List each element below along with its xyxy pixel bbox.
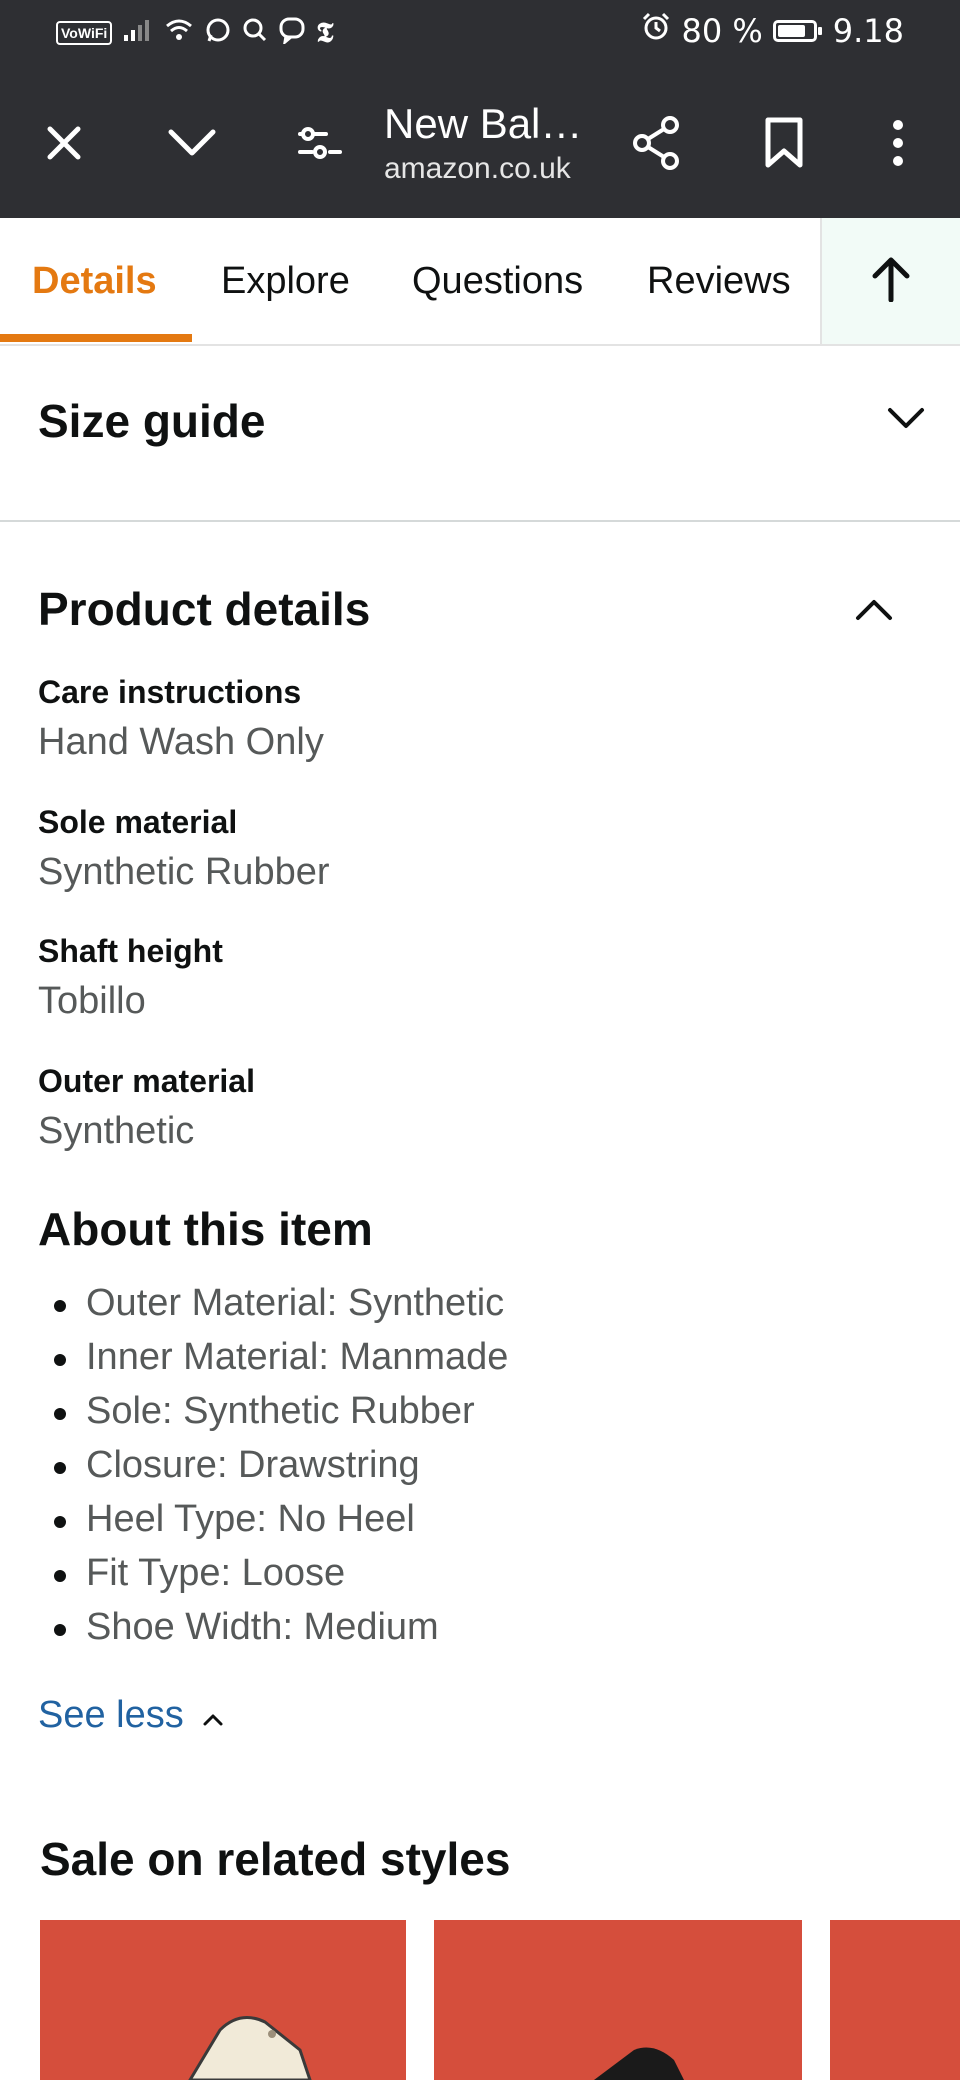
- list-item: Fit Type: Loose: [52, 1546, 508, 1600]
- tune-icon[interactable]: [280, 68, 360, 218]
- nyt-icon: 𝕿: [316, 16, 334, 49]
- more-icon[interactable]: [858, 68, 938, 218]
- product-image: [188, 2016, 312, 2080]
- vowifi-icon: VoWiFi: [56, 21, 113, 45]
- active-tab-indicator: [0, 334, 192, 342]
- product-image: [594, 2047, 684, 2080]
- attribute-key: Shaft height: [38, 933, 223, 969]
- see-less-label: See less: [38, 1694, 184, 1736]
- battery-fill: [777, 25, 805, 37]
- share-icon[interactable]: [616, 68, 696, 218]
- scroll-to-top-button[interactable]: [820, 218, 960, 344]
- list-item: Closure: Drawstring: [52, 1438, 508, 1492]
- attribute-key: Outer material: [38, 1063, 255, 1099]
- section-tabs: Details Explore Questions Reviews: [0, 218, 960, 346]
- product-card[interactable]: [434, 1920, 802, 2080]
- clock: 9.18: [832, 12, 904, 50]
- tab-details[interactable]: Details: [32, 218, 157, 344]
- whatsapp-icon: [204, 16, 232, 50]
- tab-reviews[interactable]: Reviews: [647, 218, 791, 344]
- chevron-down-icon: [886, 406, 926, 437]
- list-item: Heel Type: No Heel: [52, 1492, 508, 1546]
- list-item: Shoe Width: Medium: [52, 1600, 508, 1654]
- size-guide-heading: Size guide: [38, 395, 266, 447]
- search-icon: [242, 17, 268, 49]
- signal-icon: [122, 17, 154, 49]
- battery-percent: 80 %: [681, 12, 763, 50]
- attribute-value: Tobillo: [38, 980, 146, 1022]
- chevron-down-icon[interactable]: [152, 68, 232, 218]
- page-title-block[interactable]: New Bal… amazon.co.uk: [384, 100, 604, 186]
- attribute-value: Synthetic: [38, 1110, 195, 1152]
- attribute-shaft-height: Shaft height Tobillo: [38, 933, 223, 1023]
- list-item: Inner Material: Manmade: [52, 1330, 508, 1384]
- bookmark-icon[interactable]: [744, 68, 824, 218]
- related-styles-heading: Sale on related styles: [40, 1833, 511, 1885]
- close-icon[interactable]: [24, 68, 104, 218]
- chevron-up-icon: [202, 1694, 224, 1737]
- tab-questions[interactable]: Questions: [412, 218, 583, 344]
- attribute-value: Hand Wash Only: [38, 721, 324, 763]
- product-card[interactable]: [40, 1920, 406, 2080]
- battery-icon: [772, 20, 822, 42]
- status-bar: VoWiFi 𝕿 80 % 9.18: [0, 0, 960, 68]
- wifi-icon: [164, 17, 194, 49]
- see-less-link[interactable]: See less: [38, 1694, 224, 1737]
- attribute-key: Sole material: [38, 804, 238, 840]
- list-item: Outer Material: Synthetic: [52, 1276, 508, 1330]
- product-card[interactable]: [830, 1920, 960, 2080]
- page-title: New Bal…: [384, 100, 583, 147]
- alarm-icon: [641, 12, 671, 50]
- about-bullet-list: Outer Material: Synthetic Inner Material…: [52, 1276, 508, 1654]
- arrow-up-icon: [871, 256, 911, 307]
- chevron-up-icon[interactable]: [854, 596, 894, 627]
- attribute-key: Care instructions: [38, 674, 302, 710]
- attribute-sole-material: Sole material Synthetic Rubber: [38, 804, 330, 894]
- viber-icon: [278, 16, 306, 50]
- status-left: VoWiFi 𝕿: [56, 16, 333, 50]
- product-details-heading[interactable]: Product details: [38, 582, 370, 636]
- attribute-value: Synthetic Rubber: [38, 851, 330, 893]
- status-right: 80 % 9.18: [641, 12, 904, 50]
- list-item: Sole: Synthetic Rubber: [52, 1384, 508, 1438]
- attribute-outer-material: Outer material Synthetic: [38, 1063, 255, 1153]
- custom-tab-toolbar: New Bal… amazon.co.uk: [0, 68, 960, 218]
- tab-explore[interactable]: Explore: [221, 218, 350, 344]
- about-heading: About this item: [38, 1203, 373, 1255]
- size-guide-row[interactable]: Size guide: [0, 346, 960, 522]
- page-url: amazon.co.uk: [384, 152, 571, 185]
- attribute-care-instructions: Care instructions Hand Wash Only: [38, 674, 324, 764]
